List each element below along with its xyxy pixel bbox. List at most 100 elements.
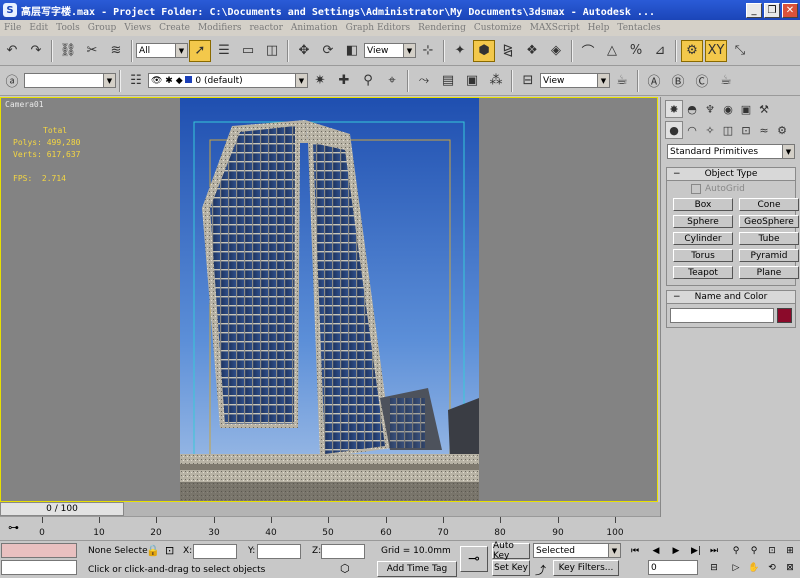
select-and-move-icon[interactable]: ✥	[293, 40, 315, 62]
orbit-icon[interactable]: ⟲	[764, 561, 780, 575]
app-icon[interactable]: S	[3, 3, 17, 17]
snaps-toggle-icon[interactable]: ⌒	[577, 40, 599, 62]
time-configuration-icon[interactable]: ⊟	[706, 561, 722, 575]
material-editor-icon[interactable]: ◈	[545, 40, 567, 62]
layer-manager-icon[interactable]: ☷	[125, 70, 147, 92]
named-selection-dropdown[interactable]: ▼	[24, 73, 116, 88]
time-tag-icon[interactable]: ⬡	[340, 562, 350, 575]
object-color-swatch[interactable]	[777, 308, 792, 323]
pivot-center-icon[interactable]: ⊹	[417, 40, 439, 62]
close-button[interactable]: ✕	[782, 2, 798, 18]
modify-tab-icon[interactable]: ◓	[683, 100, 701, 118]
menu-graph-editors[interactable]: Graph Editors	[346, 23, 410, 33]
select-and-scale-icon[interactable]: ◧	[341, 40, 363, 62]
set-key-button[interactable]: Set Key	[492, 560, 530, 576]
angle-snap-icon[interactable]: △	[601, 40, 623, 62]
material-editor-icon[interactable]: ▣	[461, 70, 483, 92]
render-view-dropdown[interactable]: View ▼	[540, 73, 610, 88]
maximize-viewport-icon[interactable]: ⊠	[782, 561, 798, 575]
current-frame-input[interactable]: 0	[648, 560, 698, 575]
select-and-manipulate-icon[interactable]: ✦	[449, 40, 471, 62]
mirror-icon[interactable]: ⧎	[497, 40, 519, 62]
go-to-end-icon[interactable]: ⏭	[706, 544, 722, 558]
systems-icon[interactable]: ⚙	[773, 121, 791, 139]
time-slider[interactable]: 0 / 100	[0, 502, 124, 516]
teapot-render-icon[interactable]: ☕	[715, 70, 737, 92]
helpers-icon[interactable]: ⊡	[737, 121, 755, 139]
box-button[interactable]: Box	[673, 198, 733, 211]
menu-edit[interactable]: Edit	[29, 23, 48, 33]
render-type-c-icon[interactable]: Ⓒ	[691, 70, 713, 92]
cone-button[interactable]: Cone	[739, 198, 799, 211]
add-to-layer-icon[interactable]: ✚	[333, 70, 355, 92]
torus-button[interactable]: Torus	[673, 249, 733, 262]
zoom-extents-all-icon[interactable]: ⊞	[782, 544, 798, 558]
render-scene-icon[interactable]: ⊟	[517, 70, 539, 92]
tube-button[interactable]: Tube	[739, 232, 799, 245]
maxscript-listener-input[interactable]	[1, 543, 77, 558]
render-setup-icon[interactable]: ⁂	[485, 70, 507, 92]
schematic-view-icon[interactable]: ▤	[437, 70, 459, 92]
object-type-header[interactable]: − Object Type	[667, 168, 795, 181]
axis-constraint-icon[interactable]: ⤡	[729, 40, 751, 62]
selection-filter-dropdown[interactable]: All ▼	[136, 43, 188, 58]
add-time-tag-button[interactable]: Add Time Tag	[377, 561, 457, 577]
next-frame-icon[interactable]: ▶|	[688, 544, 704, 558]
key-mode-dropdown[interactable]: Selected ▼	[533, 543, 621, 558]
menu-reactor[interactable]: reactor	[250, 23, 283, 33]
render-type-b-icon[interactable]: Ⓑ	[667, 70, 689, 92]
bind-space-warp-icon[interactable]: ≋	[105, 40, 127, 62]
viewport-label[interactable]: Camera01	[5, 100, 44, 109]
selection-lock-icon[interactable]: ⚙	[681, 39, 703, 62]
named-selection-icon[interactable]: ⓐ	[1, 70, 23, 92]
utilities-tab-icon[interactable]: ⚒	[755, 100, 773, 118]
geometry-icon[interactable]: ●	[665, 121, 683, 139]
menu-rendering[interactable]: Rendering	[418, 23, 466, 33]
select-object-icon[interactable]: ➚	[189, 39, 211, 62]
create-layer-icon[interactable]: ✷	[309, 70, 331, 92]
select-and-link-icon[interactable]: ⛓	[57, 40, 79, 62]
primitive-category-dropdown[interactable]: Standard Primitives ▼	[667, 144, 795, 159]
menu-views[interactable]: Views	[124, 23, 151, 33]
play-icon[interactable]: ▶	[668, 544, 684, 558]
select-by-name-icon[interactable]: ☰	[213, 40, 235, 62]
previous-frame-icon[interactable]: ◀	[648, 544, 664, 558]
lights-icon[interactable]: ✧	[701, 121, 719, 139]
menu-modifiers[interactable]: Modifiers	[198, 23, 242, 33]
timeline-ruler[interactable]: ⊶ 0 10 20 30 40 50 60 70 80 90 100	[0, 516, 660, 541]
go-to-start-icon[interactable]: ⏮	[627, 544, 643, 558]
select-in-layer-icon[interactable]: ⚲	[357, 70, 379, 92]
display-tab-icon[interactable]: ▣	[737, 100, 755, 118]
camera-viewport[interactable]: Camera01 Total Polys: 499,280 Verts: 617…	[0, 97, 658, 502]
hierarchy-tab-icon[interactable]: ♆	[701, 100, 719, 118]
align-icon[interactable]: ❖	[521, 40, 543, 62]
name-and-color-header[interactable]: − Name and Color	[667, 291, 795, 304]
menu-animation[interactable]: Animation	[291, 23, 338, 33]
window-crossing-icon[interactable]: ◫	[261, 40, 283, 62]
key-filters-button[interactable]: Key Filters...	[553, 560, 619, 576]
autogrid-checkbox[interactable]: AutoGrid	[667, 181, 795, 194]
menu-create[interactable]: Create	[159, 23, 190, 33]
cameras-icon[interactable]: ◫	[719, 121, 737, 139]
maxscript-output[interactable]	[1, 560, 77, 575]
cylinder-button[interactable]: Cylinder	[673, 232, 733, 245]
motion-tab-icon[interactable]: ◉	[719, 100, 737, 118]
zoom-extents-icon[interactable]: ⊡	[764, 544, 780, 558]
menu-group[interactable]: Group	[88, 23, 116, 33]
create-tab-icon[interactable]: ✸	[665, 100, 683, 118]
undo-icon[interactable]: ↶	[1, 40, 23, 62]
pan-icon[interactable]: ✋	[746, 561, 762, 575]
shapes-icon[interactable]: ◠	[683, 121, 701, 139]
geosphere-button[interactable]: GeoSphere	[739, 215, 799, 228]
maximize-button[interactable]: ❐	[764, 2, 780, 18]
curve-editor-icon[interactable]: ⤳	[413, 70, 435, 92]
layer-dropdown[interactable]: 👁 ✱ ◆ 0 (default) ▼	[148, 73, 308, 88]
teapot-button[interactable]: Teapot	[673, 266, 733, 279]
render-type-a-icon[interactable]: Ⓐ	[643, 70, 665, 92]
select-and-rotate-icon[interactable]: ⟳	[317, 40, 339, 62]
menu-tentacles[interactable]: Tentacles	[617, 23, 660, 33]
z-coordinate-input[interactable]	[321, 544, 365, 559]
absolute-mode-icon[interactable]: ⊡	[165, 544, 174, 557]
key-icon[interactable]: ⊸	[460, 546, 488, 572]
keyboard-shortcut-override-icon[interactable]: ⬢	[473, 39, 495, 62]
